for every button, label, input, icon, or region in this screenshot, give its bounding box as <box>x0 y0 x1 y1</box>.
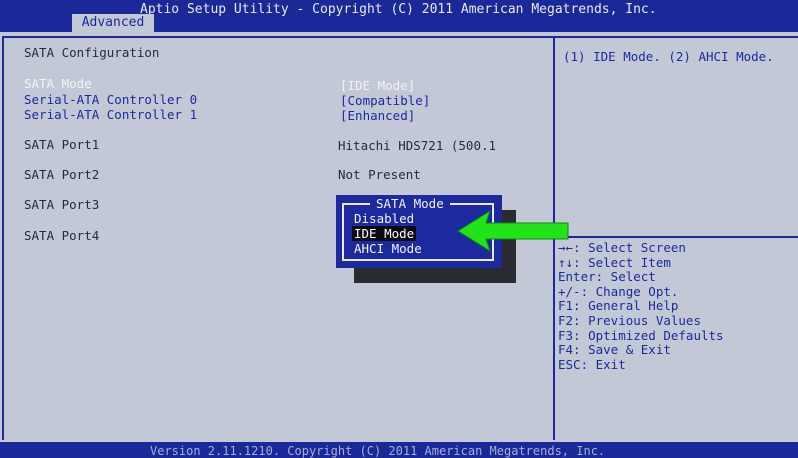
popup-option-ahci-mode[interactable]: AHCI Mode <box>354 241 422 256</box>
port-label-2: SATA Port2 <box>24 167 100 182</box>
window-title: Aptio Setup Utility - Copyright (C) 2011… <box>140 2 657 17</box>
setting-value-controller-1[interactable]: [Enhanced] <box>340 108 415 123</box>
popup-option-ide-mode[interactable]: IDE Mode <box>352 226 417 241</box>
help-text: (1) IDE Mode. (2) AHCI Mode. <box>563 49 774 64</box>
popup-title: SATA Mode <box>370 196 450 211</box>
key-help-item: F4: Save & Exit <box>558 342 671 358</box>
key-help-item: ESC: Exit <box>558 356 626 372</box>
port-value-1: Hitachi HDS721 (500.1 <box>338 138 497 153</box>
setting-value-controller-0[interactable]: [Compatible] <box>340 93 430 108</box>
footer-text: Version 2.11.1210. Copyright (C) 2011 Am… <box>150 444 606 458</box>
help-divider <box>555 236 798 238</box>
panel-left-border <box>2 36 4 440</box>
key-help-item: F3: Optimized Defaults <box>558 327 724 343</box>
key-help-item: Enter: Select <box>558 269 656 285</box>
setting-label-controller-0[interactable]: Serial-ATA Controller 0 <box>24 92 197 107</box>
section-title: SATA Configuration <box>24 45 160 60</box>
popup-option-disabled[interactable]: Disabled <box>354 211 414 226</box>
key-help-item: +/-: Change Opt. <box>558 283 679 299</box>
port-label-1: SATA Port1 <box>24 137 100 152</box>
port-value-2: Not Present <box>338 167 421 182</box>
panel-top-border <box>2 36 798 38</box>
setting-label-sata-mode[interactable]: SATA Mode <box>24 76 92 91</box>
key-help-item: →←: Select Screen <box>558 240 686 255</box>
key-help-item: F1: General Help <box>558 298 679 314</box>
key-help-item: ↑↓: Select Item <box>558 254 671 270</box>
key-help-item: F2: Previous Values <box>558 312 701 328</box>
port-label-3: SATA Port3 <box>24 197 100 212</box>
setting-label-controller-1[interactable]: Serial-ATA Controller 1 <box>24 107 197 122</box>
setting-value-sata-mode[interactable]: [IDE Mode] <box>340 78 415 93</box>
green-arrow-icon <box>457 209 569 253</box>
port-label-4: SATA Port4 <box>24 228 100 243</box>
key-help-list: →←: Select Screen ↑↓: Select Item Enter:… <box>558 240 724 372</box>
tab-advanced[interactable]: Advanced <box>72 14 154 32</box>
